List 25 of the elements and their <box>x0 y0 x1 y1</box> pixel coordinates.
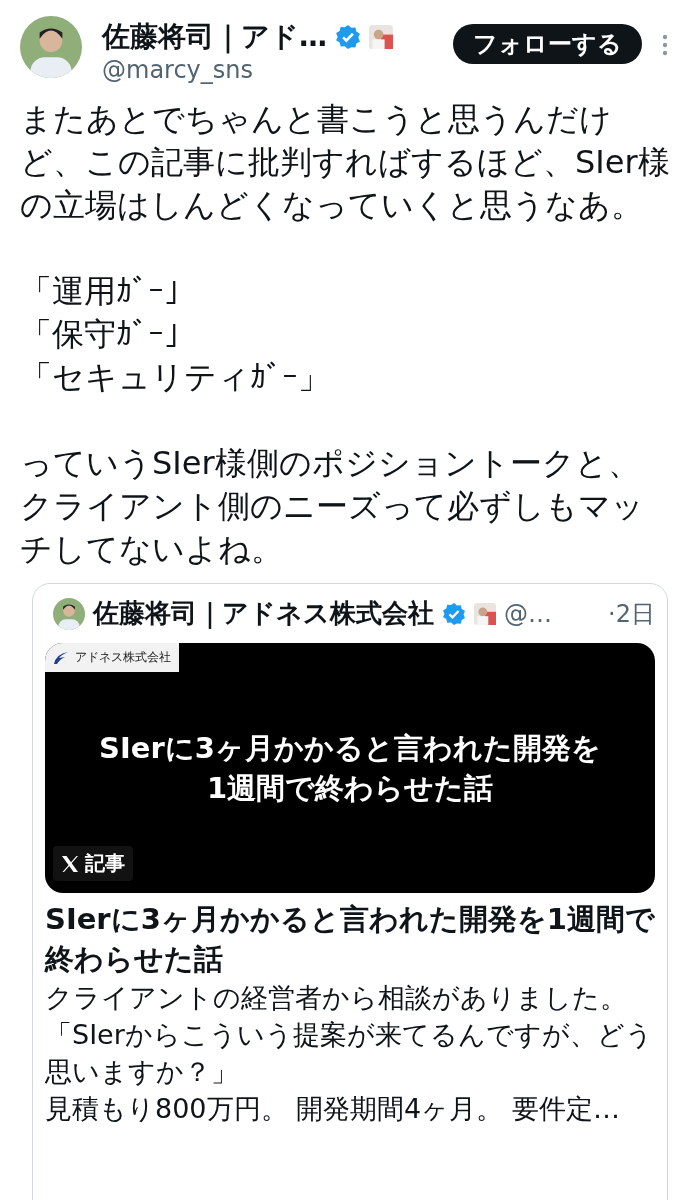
article-description: 見積もり800万円。 開発期間4ヶ月。 要件定… <box>45 1092 621 1126</box>
more-icon[interactable] <box>662 34 668 56</box>
x-logo-icon <box>61 854 79 873</box>
article-description: 「SIerからこういう提案が来てるんですが、どう思いますか？」 <box>45 1018 654 1089</box>
follow-button[interactable]: フォローする <box>453 24 642 64</box>
avatar[interactable] <box>53 597 85 630</box>
article-description: クライアントの経営者から相談がありました。 <box>45 981 628 1015</box>
post-text-line: 「保守ｶﾞｰ」 <box>20 314 197 355</box>
cover-headline: 1週間で終わらせた話 <box>206 770 494 807</box>
post-text-line: 「セキュリティｶﾞｰ」 <box>20 357 331 398</box>
post-time: ·2日 <box>608 598 655 630</box>
company-name: アドネス株式会社 <box>75 649 171 666</box>
post-paragraph: っていうSIer様側のポジショントークと、クライアント側のニーズって必ずしもマッチしてないよね。 <box>20 443 645 570</box>
badge-label: 記事 <box>85 850 125 877</box>
quoted-post-card[interactable]: 佐藤将司｜アドネス株式会社 @… ·2日 アドネス株式会社 SIerに3ヶ月かかると言われた開発を 1週間で終わらせた話 記事 SIerに3ヶ月かかると言われた開発を1週間で終わらせた話 クライアントの経営者から相談がありました。 「SIerからこういう提案が来てるんですが、どう思いますか？」 見積もり800万円。 開発期間4ヶ月。 要件定… <box>32 583 668 1200</box>
author-name[interactable]: 佐藤将司｜アド… <box>102 18 327 56</box>
quoted-author-name[interactable]: 佐藤将司｜アドネス株式会社 <box>93 596 434 631</box>
post-paragraph: またあとでちゃんと書こうと思うんだけど、この記事に批判すればするほど、SIer様の立場はしんどくなっていくと思うなあ。 <box>20 99 670 226</box>
quoted-author-handle[interactable]: @… <box>504 599 552 628</box>
company-logo-icon <box>53 650 69 665</box>
author-handle[interactable]: @marcy_sns <box>102 56 433 84</box>
post-text-line: 「運用ｶﾞｰ」 <box>20 271 197 312</box>
article-title[interactable]: SIerに3ヶ月かかると言われた開発を1週間で終わらせた話 <box>45 899 655 979</box>
cover-headline: SIerに3ヶ月かかると言われた開発を <box>99 730 601 767</box>
article-cover[interactable]: アドネス株式会社 SIerに3ヶ月かかると言われた開発を 1週間で終わらせた話 記事 <box>45 643 655 893</box>
